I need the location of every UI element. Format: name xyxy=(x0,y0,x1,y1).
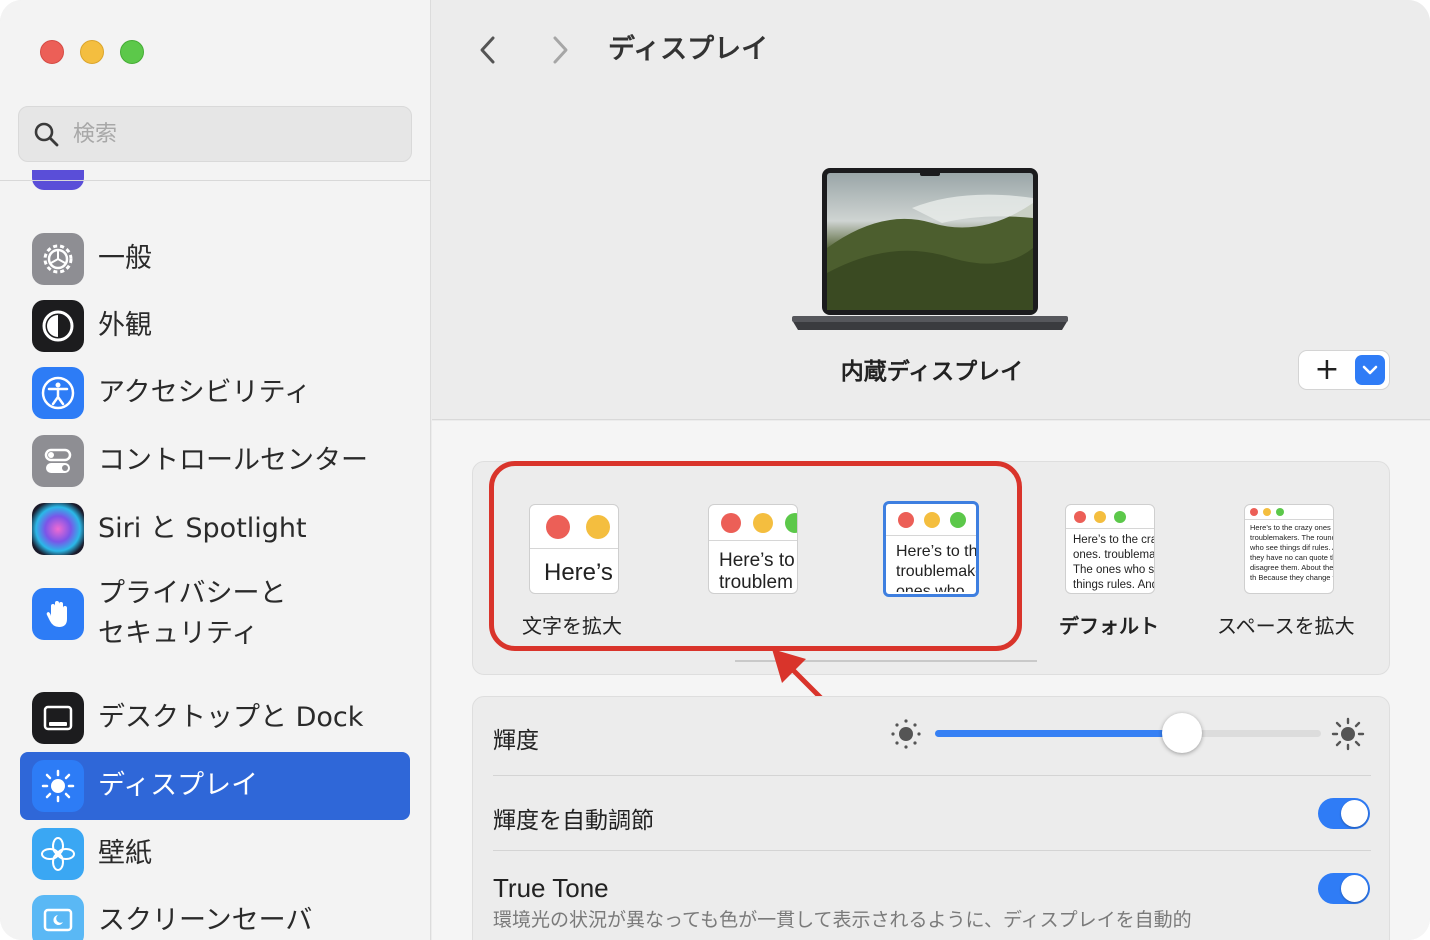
sidebar-item-label: デスクトップと Dock xyxy=(98,702,364,733)
sidebar-item-screensaver[interactable]: スクリーンセーバ xyxy=(20,888,410,940)
search-input[interactable] xyxy=(73,121,373,147)
sidebar-item-label: Siri と Spotlight xyxy=(98,513,307,544)
display-header-area: ディスプレイ 内蔵ディスプレイ + xyxy=(432,0,1430,420)
chevron-left-icon xyxy=(480,36,495,64)
traffic-lights xyxy=(40,40,144,64)
sidebar-item-label: スクリーンセーバ xyxy=(98,905,313,936)
true-tone-label: True Tone xyxy=(493,873,609,903)
accessibility-icon xyxy=(32,367,84,419)
main-pane: ディスプレイ 内蔵ディスプレイ + Here’s 文字を拡大 Here’s to… xyxy=(432,0,1430,940)
sidebar-item-label-line1: プライバシーと xyxy=(98,578,287,609)
brightness-high-icon xyxy=(1331,717,1365,751)
brightness-slider-fill xyxy=(935,730,1183,737)
chevron-down-icon xyxy=(1362,365,1378,375)
chevron-right-icon xyxy=(553,36,568,64)
sidebar-item-accessibility[interactable]: アクセシビリティ xyxy=(20,360,410,426)
brightness-slider-knob[interactable] xyxy=(1162,713,1203,753)
sidebar-item-label: 一般 xyxy=(98,243,152,274)
appearance-icon xyxy=(32,300,84,352)
preview-text: Here’s to the crazy ones troublemakers. … xyxy=(1250,523,1334,582)
resolution-preview: Here’s to the crazy ones. troublemakers.… xyxy=(1065,504,1155,594)
search-icon xyxy=(34,122,59,147)
row-divider xyxy=(493,775,1371,776)
sidebar-item-label: ディスプレイ xyxy=(98,770,259,801)
wallpaper-icon xyxy=(32,828,84,880)
auto-brightness-toggle[interactable] xyxy=(1318,798,1370,829)
display-name: 内蔵ディスプレイ xyxy=(840,359,1024,385)
brightness-settings: 輝度 輝度を自動調節 True Tone 環境光の状況が異なっても色が一貫して表… xyxy=(472,696,1390,940)
zoom-button[interactable] xyxy=(120,40,144,64)
page-title: ディスプレイ xyxy=(608,34,769,65)
sidebar-item-control-center[interactable]: コントロールセンター xyxy=(20,428,410,494)
sidebar-item-privacy-security[interactable]: プライバシーと セキュリティ xyxy=(20,572,410,656)
sidebar-item-label: アクセシビリティ xyxy=(98,377,312,408)
true-tone-description: 環境光の状況が異なっても色が一貫して表示されるように、ディスプレイを自動的 xyxy=(493,909,1192,931)
hand-icon xyxy=(32,588,84,640)
sidebar: 一般 外観 アクセシビリティ コントロールセンター Siri と Spo xyxy=(0,0,431,940)
sidebar-divider xyxy=(0,180,431,181)
close-button[interactable] xyxy=(40,40,64,64)
sidebar-item-desktop-dock[interactable]: デスクトップと Dock xyxy=(20,685,410,751)
brightness-label: 輝度 xyxy=(493,728,539,754)
minimize-button[interactable] xyxy=(80,40,104,64)
sidebar-item-label-line2: セキュリティ xyxy=(98,618,259,649)
display-settings-content: Here’s 文字を拡大 Here’s to troublem Here’s t… xyxy=(432,421,1430,940)
sidebar-item-label: 外観 xyxy=(98,310,152,341)
search-field[interactable] xyxy=(18,106,412,162)
brightness-icon xyxy=(32,760,84,812)
add-display-button[interactable]: + xyxy=(1299,351,1355,389)
back-button[interactable] xyxy=(468,30,508,70)
sidebar-item-label: 壁紙 xyxy=(98,838,152,869)
preview-text: Here’s to the crazy ones. troublemakers.… xyxy=(1073,534,1155,591)
siri-icon xyxy=(32,503,84,555)
brightness-low-icon xyxy=(891,719,921,749)
sidebar-item-wallpaper[interactable]: 壁紙 xyxy=(20,821,410,887)
auto-brightness-label: 輝度を自動調節 xyxy=(493,808,654,834)
settings-window: 一般 外観 アクセシビリティ コントロールセンター Siri と Spo xyxy=(0,0,1430,940)
resolution-option-label: デフォルト xyxy=(1059,614,1159,638)
gear-icon xyxy=(32,233,84,285)
sidebar-item-siri-spotlight[interactable]: Siri と Spotlight xyxy=(20,496,410,562)
brightness-slider[interactable] xyxy=(935,713,1321,753)
resolution-option-label: スペースを拡大 xyxy=(1217,614,1355,638)
row-divider xyxy=(493,850,1371,851)
sidebar-item-displays[interactable]: ディスプレイ xyxy=(20,752,410,820)
laptop-illustration[interactable] xyxy=(792,168,1068,333)
resolution-preview: Here’s to the crazy ones troublemakers. … xyxy=(1244,504,1334,594)
true-tone-toggle[interactable] xyxy=(1318,873,1370,904)
control-center-icon xyxy=(32,435,84,487)
screensaver-icon xyxy=(32,895,84,940)
dock-icon xyxy=(32,692,84,744)
add-display-control[interactable]: + xyxy=(1298,350,1390,390)
forward-button[interactable] xyxy=(540,30,580,70)
add-display-dropdown[interactable] xyxy=(1355,355,1385,385)
annotation-highlight-box xyxy=(489,461,1022,651)
sidebar-item-appearance[interactable]: 外観 xyxy=(20,293,410,359)
sidebar-item-general[interactable]: 一般 xyxy=(20,226,410,292)
sidebar-item-label: コントロールセンター xyxy=(98,445,368,476)
